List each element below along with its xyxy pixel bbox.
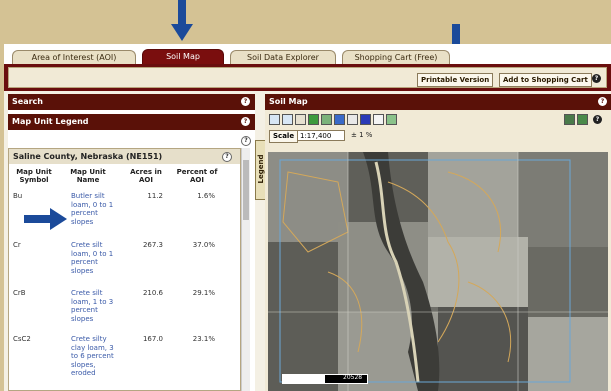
next-extent-icon[interactable] xyxy=(334,114,345,125)
tab-shopping-cart[interactable]: Shopping Cart (Free) xyxy=(342,50,450,64)
legend-county-title: Saline County, Nebraska (NE151) ? xyxy=(9,149,240,164)
map-imagery xyxy=(268,152,608,391)
row-name-link[interactable]: Crete silt loam, 1 to 3 percent slopes xyxy=(71,289,115,323)
scrollbar-thumb[interactable] xyxy=(243,160,249,220)
soil-map-panel: Soil Map ? ? Scale 1:17,400 ± 1 % 20528 xyxy=(265,94,611,391)
map-view-icon[interactable] xyxy=(577,114,588,125)
scale-bar-label: 20528 xyxy=(343,374,363,381)
search-panel-title: Search xyxy=(12,97,43,106)
row-acres: 267.3 xyxy=(142,241,163,249)
row-percent: 1.6% xyxy=(197,192,215,200)
legend-help-icon[interactable]: ? xyxy=(241,117,250,126)
row-percent: 23.1% xyxy=(192,335,215,343)
aerial-soil-map[interactable]: 20528 xyxy=(268,152,608,391)
zoom-in-icon[interactable] xyxy=(269,114,280,125)
row-symbol: Bu xyxy=(13,192,23,200)
toolbar: Printable Version Add to Shopping Cart ? xyxy=(4,64,611,91)
soil-map-header: Soil Map ? xyxy=(265,94,611,110)
layers-icon[interactable] xyxy=(386,114,397,125)
map-unit-legend-header[interactable]: Map Unit Legend ? xyxy=(8,114,255,130)
row-percent: 29.1% xyxy=(192,289,215,297)
toolbar-help-icon[interactable]: ? xyxy=(592,74,601,83)
map-help-icon[interactable]: ? xyxy=(598,97,607,106)
printable-version-button[interactable]: Printable Version xyxy=(417,73,494,87)
clear-icon[interactable] xyxy=(373,114,384,125)
column-header-percent: Percent of AOI xyxy=(176,168,218,184)
column-header-acres: Acres in AOI xyxy=(130,168,162,184)
county-name: Saline County, Nebraska (NE151) xyxy=(13,152,163,161)
app-window: Area of Interest (AOI) Soil Map Soil Dat… xyxy=(4,44,611,391)
column-header-name: Map Unit Name xyxy=(70,168,106,184)
identify-icon[interactable] xyxy=(360,114,371,125)
row-symbol: Cr xyxy=(13,241,21,249)
row-symbol: CsC2 xyxy=(13,335,31,343)
map-layer-icon[interactable] xyxy=(564,114,575,125)
zoom-out-icon[interactable] xyxy=(282,114,293,125)
toolbar-strip: Printable Version Add to Shopping Cart ? xyxy=(8,67,607,88)
full-extent-icon[interactable] xyxy=(308,114,319,125)
legend-options-help-icon[interactable]: ? xyxy=(241,136,251,146)
pan-icon[interactable] xyxy=(295,114,306,125)
scale-bar: 20528 xyxy=(282,374,368,384)
row-name-link[interactable]: Butler silt loam, 0 to 1 percent slopes xyxy=(71,192,115,226)
callout-arrow-butler-silt-loam xyxy=(24,208,67,230)
previous-extent-icon[interactable] xyxy=(321,114,332,125)
column-header-symbol: Map Unit Symbol xyxy=(16,168,52,184)
row-name-link[interactable]: Crete silt loam, 0 to 1 percent slopes xyxy=(71,241,115,275)
add-to-shopping-cart-button[interactable]: Add to Shopping Cart xyxy=(499,73,592,87)
scale-button[interactable]: Scale xyxy=(269,130,299,143)
legend-tab-label: Legend xyxy=(257,154,265,184)
search-panel-header[interactable]: Search ? xyxy=(8,94,255,110)
soil-map-title: Soil Map xyxy=(269,97,308,106)
map-unit-legend-table: Saline County, Nebraska (NE151) ? Map Un… xyxy=(8,148,241,391)
measure-icon[interactable] xyxy=(347,114,358,125)
tab-area-of-interest[interactable]: Area of Interest (AOI) xyxy=(12,50,136,64)
callout-arrow-soil-map xyxy=(171,0,193,41)
map-unit-legend-title: Map Unit Legend xyxy=(12,117,89,126)
scale-select[interactable]: 1:17,400 xyxy=(297,130,345,141)
county-help-icon[interactable]: ? xyxy=(222,152,232,162)
tab-soil-map[interactable]: Soil Map xyxy=(142,49,224,64)
map-tools-help-icon[interactable]: ? xyxy=(593,115,602,124)
tab-bar: Area of Interest (AOI) Soil Map Soil Dat… xyxy=(4,44,611,64)
row-acres: 210.6 xyxy=(142,289,163,297)
row-symbol: CrB xyxy=(13,289,26,297)
row-acres: 167.0 xyxy=(142,335,163,343)
row-percent: 37.0% xyxy=(192,241,215,249)
legend-scrollbar[interactable] xyxy=(241,148,250,391)
scale-accuracy: ± 1 % xyxy=(351,131,373,139)
row-name-link[interactable]: Crete silty clay loam, 3 to 6 percent sl… xyxy=(71,335,115,378)
search-help-icon[interactable]: ? xyxy=(241,97,250,106)
tab-soil-data-explorer[interactable]: Soil Data Explorer xyxy=(230,50,336,64)
row-acres: 11.2 xyxy=(147,192,163,200)
